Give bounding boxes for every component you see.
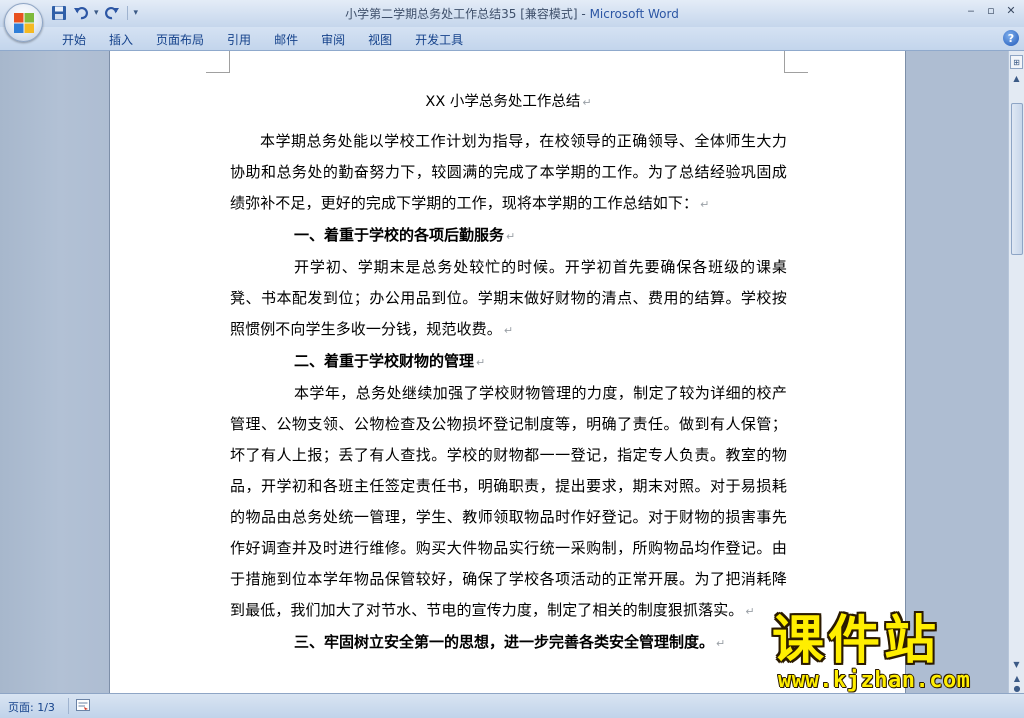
document-body: XX 小学总务处工作总结 ↵ 本学期总务处能以学校工作计划为指导，在校领导的正确领…	[230, 89, 787, 659]
intro-paragraph: 本学期总务处能以学校工作计划为指导，在校领导的正确领导、全体师生大力协助和总务处…	[230, 132, 787, 212]
help-icon[interactable]: ?	[1003, 30, 1019, 46]
watermark-url: www.kjzhan.com	[778, 668, 971, 693]
paragraph-mark: ↵	[476, 356, 486, 369]
watermark-logo: 课件站 www.kjzhan.com	[772, 611, 1012, 693]
office-logo-icon	[14, 13, 34, 33]
vertical-scrollbar[interactable]: ⊞ ▲ ▼ ▲ ●	[1008, 51, 1024, 693]
tab-1[interactable]: 插入	[97, 31, 144, 49]
view-ruler-icon[interactable]: ⊞	[1010, 55, 1023, 69]
section-heading-1: 一、着重于学校的各项后勤服务 ↵	[294, 226, 516, 244]
scroll-up-icon[interactable]: ▲	[1010, 71, 1023, 85]
paragraph-mark: ↵	[716, 637, 726, 650]
window-controls: ‒ ▫ ✕	[962, 2, 1020, 18]
section-heading-2: 二、着重于学校财物的管理 ↵	[294, 352, 486, 370]
paragraph-mark: ↵	[745, 605, 755, 618]
ribbon-tabs: 开始 插入 页面布局 引用 邮件 审阅 视图 开发工具	[50, 31, 474, 49]
document-name: 小学第二学期总务处工作总结35 [兼容模式]	[345, 7, 578, 21]
tab-6[interactable]: 视图	[356, 31, 403, 49]
scrollbar-thumb[interactable]	[1011, 103, 1023, 255]
tab-2[interactable]: 页面布局	[144, 31, 215, 49]
restore-button[interactable]: ▫	[982, 2, 1000, 18]
tab-7[interactable]: 开发工具	[403, 31, 474, 49]
document-page[interactable]: XX 小学总务处工作总结 ↵ 本学期总务处能以学校工作计划为指导，在校领导的正确领…	[110, 51, 905, 693]
close-button[interactable]: ✕	[1002, 2, 1020, 18]
paragraph-mark: ↵	[582, 96, 592, 109]
paragraph-mark: ↵	[506, 230, 516, 243]
paragraph-mark: ↵	[503, 324, 514, 337]
section-body-1: 开学初、学期末是总务处较忙的时候。开学初首先要确保各班级的课桌凳、书本配发到位；…	[230, 258, 787, 338]
proofing-icon[interactable]	[76, 699, 90, 711]
window-title: 小学第二学期总务处工作总结35 [兼容模式] - Microsoft Word	[0, 5, 1024, 22]
tab-4[interactable]: 邮件	[262, 31, 309, 49]
status-bar: 页面: 1/3	[0, 693, 1024, 718]
crop-mark-top-left	[206, 51, 230, 73]
page-count[interactable]: 页面: 1/3	[8, 699, 55, 715]
title-bar: ▾ ▾ 小学第二学期总务处工作总结35 [兼容模式] - Microsoft W…	[0, 0, 1024, 27]
select-browse-object-icon[interactable]: ●	[1011, 683, 1023, 693]
title-separator: -	[577, 7, 590, 21]
office-button[interactable]	[4, 3, 43, 42]
section-body-2: 本学年，总务处继续加强了学校财物管理的力度，制定了较为详细的校产管理、公物支领、…	[230, 384, 787, 619]
tab-3[interactable]: 引用	[215, 31, 262, 49]
ribbon-tab-bar: 开始 插入 页面布局 引用 邮件 审阅 视图 开发工具 ?	[0, 27, 1024, 51]
crop-mark-top-right	[784, 51, 808, 73]
section-heading-3: 三、牢固树立安全第一的思想，进一步完善各类安全管理制度。 ↵	[294, 633, 726, 651]
watermark-text: 课件站	[772, 611, 941, 671]
document-title: XX 小学总务处工作总结 ↵	[425, 94, 592, 110]
status-separator	[68, 698, 69, 714]
previous-page-icon[interactable]: ▲	[1011, 673, 1023, 683]
document-area: XX 小学总务处工作总结 ↵ 本学期总务处能以学校工作计划为指导，在校领导的正确领…	[0, 51, 1008, 693]
tab-0[interactable]: 开始	[50, 31, 97, 49]
tab-5[interactable]: 审阅	[309, 31, 356, 49]
paragraph-mark: ↵	[700, 198, 710, 211]
app-name: Microsoft Word	[589, 7, 679, 21]
minimize-button[interactable]: ‒	[962, 2, 980, 18]
